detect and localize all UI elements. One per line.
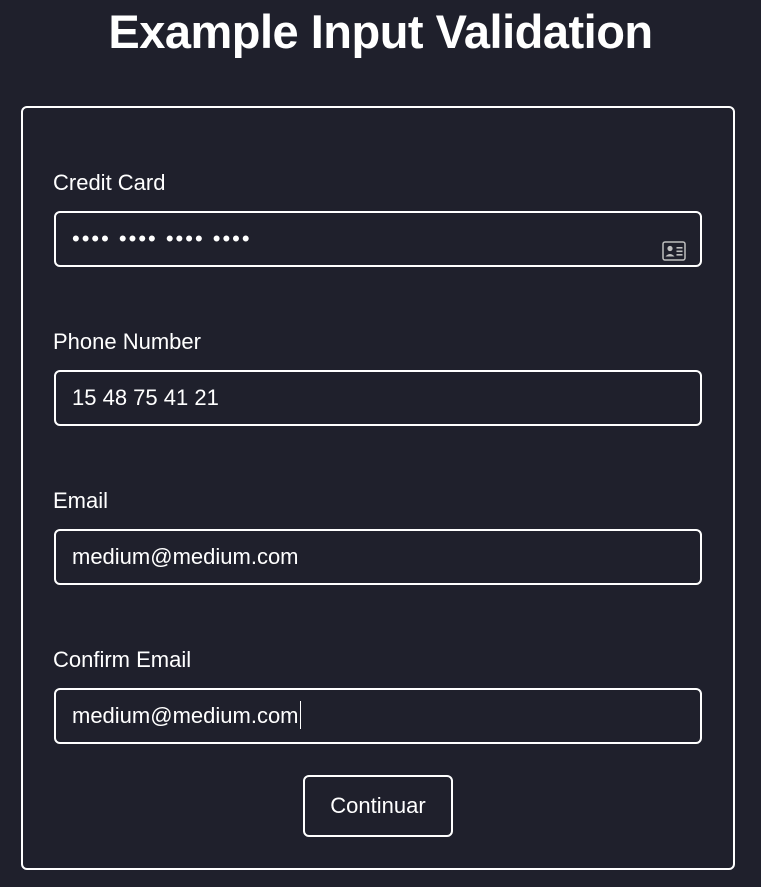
email-label: Email [53, 488, 109, 513]
confirm-email-value: medium@medium.com [72, 703, 299, 728]
contact-card-icon[interactable] [662, 228, 686, 261]
credit-card-value: •••• •••• •••• •••• [72, 226, 252, 251]
credit-card-label: Credit Card [53, 170, 166, 195]
phone-number-label: Phone Number [53, 329, 201, 354]
page: Example Input Validation Credit Card •••… [0, 0, 761, 887]
credit-card-input[interactable]: •••• •••• •••• •••• [54, 211, 702, 267]
email-value: medium@medium.com [72, 544, 299, 569]
confirm-email-input[interactable]: medium@medium.com [54, 688, 702, 744]
email-input[interactable]: medium@medium.com [54, 529, 702, 585]
confirm-email-label: Confirm Email [53, 647, 192, 672]
text-cursor [299, 701, 301, 729]
phone-number-value: 15 48 75 41 21 [72, 385, 219, 410]
continue-button[interactable]: Continuar [303, 775, 453, 837]
phone-number-input[interactable]: 15 48 75 41 21 [54, 370, 702, 426]
page-title: Example Input Validation [108, 5, 653, 58]
